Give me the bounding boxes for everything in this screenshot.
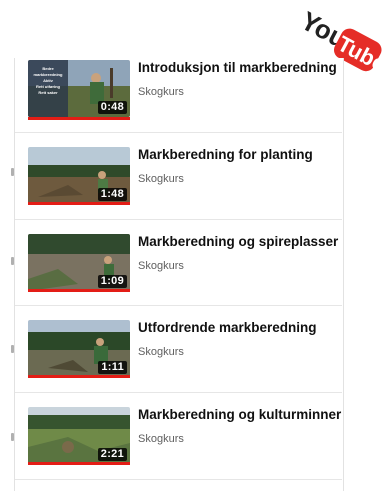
video-duration: 1:11 [98,361,127,374]
thumbnail-caption: Bedre markberedning Aktiv Rett utføring … [33,66,63,95]
watch-progress-bar [28,289,130,292]
video-item[interactable]: 2:21 Markberedning og kulturminner Skogk… [15,407,342,493]
video-item[interactable]: Bedre markberedning Aktiv Rett utføring … [15,60,342,146]
video-duration: 2:21 [97,448,127,461]
channel-name[interactable]: Skogkurs [138,432,184,446]
watch-progress-bar [28,462,130,465]
video-item[interactable]: 1:48 Markberedning for planting Skogkurs [15,147,342,233]
video-thumbnail[interactable]: Bedre markberedning Aktiv Rett utføring … [28,60,130,117]
list-divider [15,305,342,306]
video-duration: 1:48 [97,188,127,201]
video-title[interactable]: Markberedning for planting [138,146,342,164]
video-item[interactable]: 1:11 Utfordrende markberedning Skogkurs [15,320,342,406]
list-divider [15,392,342,393]
scroll-marker [11,168,14,176]
scroll-marker [11,433,14,441]
channel-name[interactable]: Skogkurs [138,172,184,186]
video-duration: 1:09 [97,275,127,288]
video-item[interactable]: 1:09 Markberedning og spireplasser Skogk… [15,234,342,320]
video-thumbnail[interactable]: 1:11 [28,320,130,377]
video-title[interactable]: Markberedning og kulturminner [138,406,342,424]
video-thumbnail[interactable]: 1:48 [28,147,130,204]
scroll-marker [11,345,14,353]
list-divider [15,132,342,133]
channel-name[interactable]: Skogkurs [138,259,184,273]
watch-progress-bar [28,202,130,205]
channel-name[interactable]: Skogkurs [138,345,184,359]
video-title[interactable]: Markberedning og spireplasser [138,233,342,251]
watch-progress-bar [28,117,130,120]
video-title[interactable]: Introduksjon til markberedning [138,59,342,77]
video-duration: 0:48 [97,101,127,114]
watch-progress-bar [28,375,130,378]
video-thumbnail[interactable]: 2:21 [28,407,130,464]
channel-name[interactable]: Skogkurs [138,85,184,99]
video-thumbnail[interactable]: 1:09 [28,234,130,291]
list-divider [15,219,342,220]
list-divider [15,479,342,480]
video-title[interactable]: Utfordrende markberedning [138,319,342,337]
scroll-marker [11,257,14,265]
